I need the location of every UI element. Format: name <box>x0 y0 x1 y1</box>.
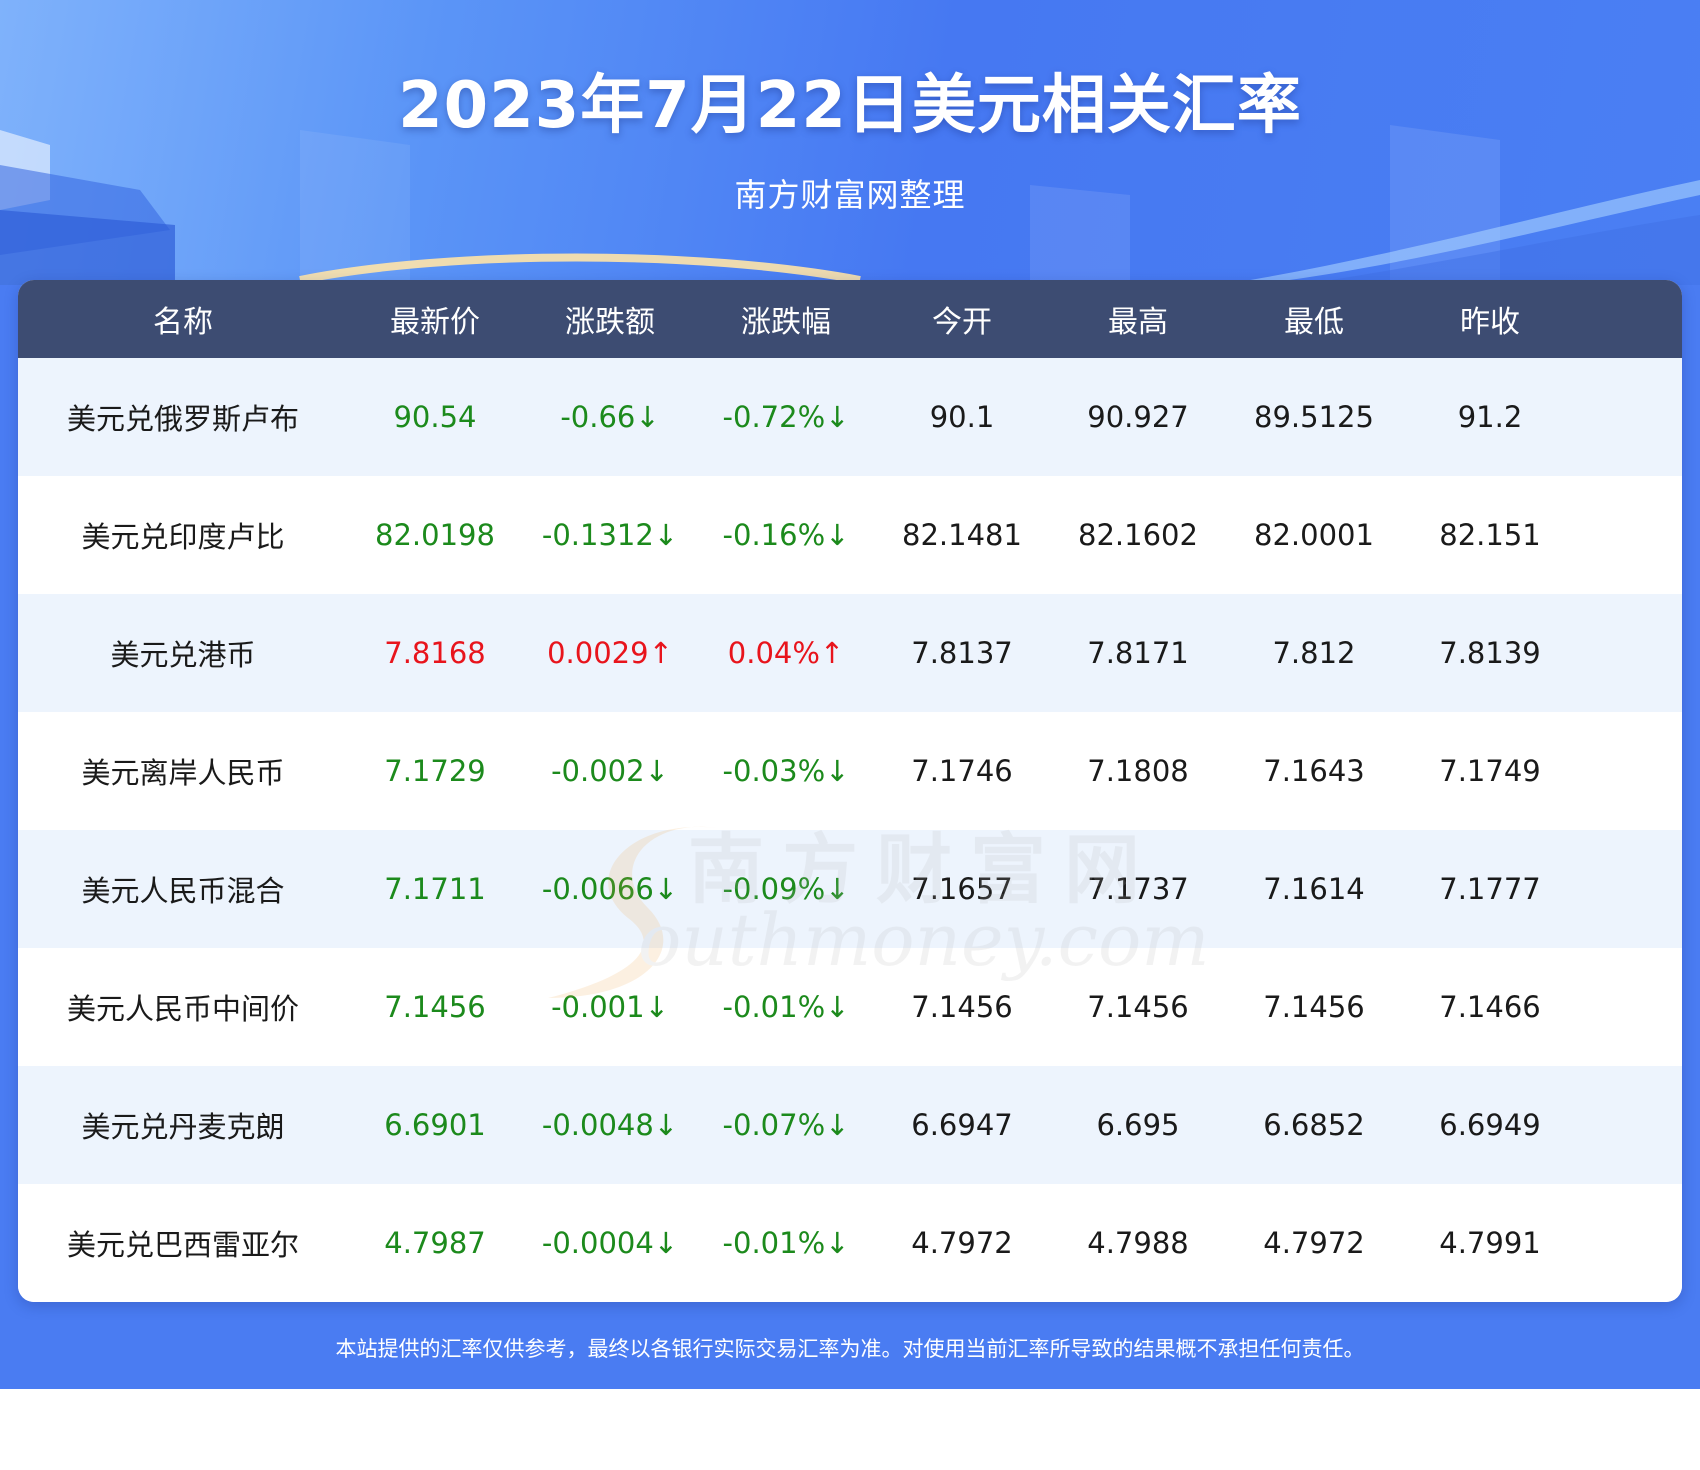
row-prev-close: 7.8139 <box>1439 636 1541 670</box>
row-latest: 7.1729 <box>384 754 486 788</box>
table-row: 美元兑丹麦克朗 6.6901 -0.0048↓ -0.07%↓ 6.6947 6… <box>18 1066 1682 1184</box>
table-row: 美元兑俄罗斯卢布 90.54 -0.66↓ -0.72%↓ 90.1 90.92… <box>18 358 1682 476</box>
rate-poster: 2023年7月22日美元相关汇率 南方财富网整理 名称 最新价 涨跌额 涨跌幅 … <box>0 0 1700 1389</box>
footer-disclaimer: 本站提供的汇率仅供参考，最终以各银行实际交易汇率为准。对使用当前汇率所导致的结果… <box>335 1337 1365 1361</box>
row-change-pct: -0.72%↓ <box>722 400 850 434</box>
row-low: 6.6852 <box>1263 1108 1365 1142</box>
row-change-pct: -0.09%↓ <box>722 872 850 906</box>
table-body: 美元兑俄罗斯卢布 90.54 -0.66↓ -0.72%↓ 90.1 90.92… <box>18 358 1682 1302</box>
row-open: 82.1481 <box>902 518 1022 552</box>
row-name: 美元人民币混合 <box>81 874 285 908</box>
row-name: 美元兑俄罗斯卢布 <box>66 402 299 436</box>
row-change: -0.0048↓ <box>541 1108 679 1142</box>
row-high: 7.1456 <box>1087 990 1189 1024</box>
row-high: 6.695 <box>1096 1108 1180 1142</box>
column-header-name: 名称 <box>153 305 213 340</box>
column-header-open: 今开 <box>932 305 992 340</box>
row-name: 美元兑印度卢比 <box>81 520 285 554</box>
row-high: 90.927 <box>1087 400 1189 434</box>
row-name: 美元兑丹麦克朗 <box>81 1110 285 1144</box>
row-name: 美元兑巴西雷亚尔 <box>66 1228 299 1262</box>
row-latest: 7.1711 <box>384 872 486 906</box>
row-prev-close: 91.2 <box>1457 400 1523 434</box>
row-name: 美元离岸人民币 <box>81 756 285 790</box>
row-high: 4.7988 <box>1087 1226 1189 1260</box>
page-title: 2023年7月22日美元相关汇率 <box>398 69 1302 143</box>
row-open: 7.8137 <box>911 636 1013 670</box>
row-low: 7.1614 <box>1263 872 1365 906</box>
row-open: 4.7972 <box>911 1226 1013 1260</box>
row-low: 7.812 <box>1272 636 1356 670</box>
row-low: 7.1456 <box>1263 990 1365 1024</box>
row-change: 0.0029↑ <box>547 636 673 670</box>
row-latest: 7.8168 <box>384 636 486 670</box>
row-latest: 4.7987 <box>384 1226 486 1260</box>
column-header-change-pct: 涨跌幅 <box>741 305 831 340</box>
row-prev-close: 7.1777 <box>1439 872 1541 906</box>
row-high: 7.1737 <box>1087 872 1189 906</box>
row-latest: 6.6901 <box>384 1108 486 1142</box>
table-header: 名称 最新价 涨跌额 涨跌幅 今开 最高 最低 昨收 <box>18 280 1682 358</box>
row-change-pct: -0.03%↓ <box>722 754 850 788</box>
row-low: 82.0001 <box>1254 518 1374 552</box>
row-prev-close: 7.1749 <box>1439 754 1541 788</box>
row-high: 7.1808 <box>1087 754 1189 788</box>
row-prev-close: 6.6949 <box>1439 1108 1541 1142</box>
row-name: 美元人民币中间价 <box>66 992 299 1026</box>
row-latest: 7.1456 <box>384 990 486 1024</box>
row-change: -0.002↓ <box>551 754 669 788</box>
row-latest: 90.54 <box>393 400 477 434</box>
rate-table: 名称 最新价 涨跌额 涨跌幅 今开 最高 最低 昨收 美元兑俄罗斯卢布 90.5… <box>18 280 1682 1302</box>
row-prev-close: 82.151 <box>1439 518 1541 552</box>
row-change-pct: -0.16%↓ <box>722 518 850 552</box>
row-low: 89.5125 <box>1254 400 1374 434</box>
table-row: 美元兑港币 7.8168 0.0029↑ 0.04%↑ 7.8137 7.817… <box>18 594 1682 712</box>
row-change: -0.0066↓ <box>541 872 679 906</box>
row-open: 7.1657 <box>911 872 1013 906</box>
row-name: 美元兑港币 <box>110 638 256 672</box>
column-header-latest: 最新价 <box>390 305 480 340</box>
row-high: 82.1602 <box>1078 518 1198 552</box>
row-change-pct: -0.01%↓ <box>722 990 850 1024</box>
hero-banner: 2023年7月22日美元相关汇率 南方财富网整理 <box>0 0 1700 285</box>
table-row: 美元离岸人民币 7.1729 -0.002↓ -0.03%↓ 7.1746 7.… <box>18 712 1682 830</box>
row-change-pct: 0.04%↑ <box>727 636 845 670</box>
column-header-prev-close: 昨收 <box>1460 305 1520 340</box>
column-header-high: 最高 <box>1108 305 1168 340</box>
row-high: 7.8171 <box>1087 636 1189 670</box>
row-change: -0.1312↓ <box>541 518 679 552</box>
column-header-change: 涨跌额 <box>565 305 655 340</box>
table-row: 美元人民币中间价 7.1456 -0.001↓ -0.01%↓ 7.1456 7… <box>18 948 1682 1066</box>
row-low: 7.1643 <box>1263 754 1365 788</box>
row-change: -0.0004↓ <box>541 1226 679 1260</box>
table-row: 美元兑印度卢比 82.0198 -0.1312↓ -0.16%↓ 82.1481… <box>18 476 1682 594</box>
row-change: -0.66↓ <box>560 400 660 434</box>
row-change: -0.001↓ <box>551 990 669 1024</box>
column-header-low: 最低 <box>1284 305 1344 340</box>
table-row: 美元人民币混合 7.1711 -0.0066↓ -0.09%↓ 7.1657 7… <box>18 830 1682 948</box>
row-change-pct: -0.01%↓ <box>722 1226 850 1260</box>
row-open: 6.6947 <box>911 1108 1013 1142</box>
row-latest: 82.0198 <box>375 518 495 552</box>
row-change-pct: -0.07%↓ <box>722 1108 850 1142</box>
row-open: 90.1 <box>929 400 995 434</box>
table-row: 美元兑巴西雷亚尔 4.7987 -0.0004↓ -0.01%↓ 4.7972 … <box>18 1184 1682 1302</box>
row-open: 7.1456 <box>911 990 1013 1024</box>
row-low: 4.7972 <box>1263 1226 1365 1260</box>
page-subtitle: 南方财富网整理 <box>734 176 966 214</box>
row-open: 7.1746 <box>911 754 1013 788</box>
row-prev-close: 4.7991 <box>1439 1226 1541 1260</box>
row-prev-close: 7.1466 <box>1439 990 1541 1024</box>
